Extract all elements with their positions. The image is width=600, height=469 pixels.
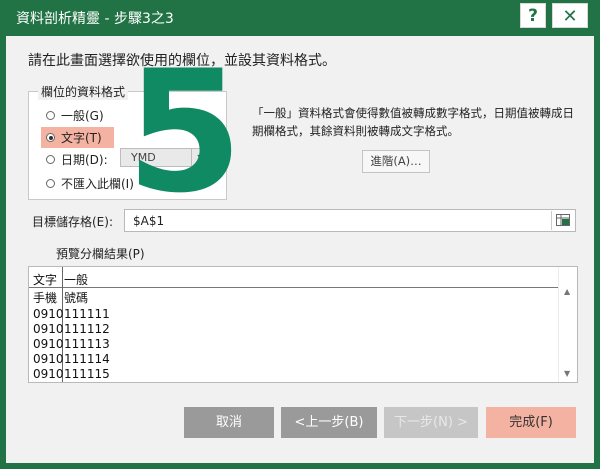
preview-header: 文字 一般 bbox=[29, 267, 559, 288]
preview-cell: 111112 bbox=[64, 322, 110, 336]
radio-general-button[interactable] bbox=[46, 110, 55, 120]
radio-date-label: 日期(D): bbox=[61, 152, 108, 167]
radio-general[interactable]: 一般(G) bbox=[46, 106, 104, 124]
help-button[interactable]: ? bbox=[520, 3, 546, 28]
preview-cell: 111113 bbox=[64, 337, 110, 351]
radio-text-label: 文字(T) bbox=[61, 131, 102, 145]
finish-button[interactable]: 完成(F) bbox=[486, 407, 576, 438]
destination-value: $A$1 bbox=[133, 214, 165, 228]
preview-label: 預覽分欄結果(P) bbox=[56, 247, 145, 261]
destination-input[interactable]: $A$1 bbox=[124, 209, 576, 232]
scroll-down-icon[interactable]: ▼ bbox=[564, 369, 570, 378]
preview-cell: 111111 bbox=[64, 307, 110, 321]
radio-date-button[interactable] bbox=[46, 154, 55, 164]
preview-cell: 111115 bbox=[64, 367, 110, 381]
back-button[interactable]: <上一步(B) bbox=[281, 407, 377, 438]
preview-cell: 0910 bbox=[33, 352, 64, 366]
radio-skip-button[interactable] bbox=[46, 178, 55, 188]
next-button[interactable]: 下一步(N) > bbox=[384, 407, 478, 438]
close-button[interactable]: ✕ bbox=[552, 3, 588, 28]
preview-cell: 0910 bbox=[33, 367, 64, 381]
radio-date[interactable]: 日期(D): bbox=[46, 150, 108, 168]
window-title: 資料剖析精靈 - 步驟3之3 bbox=[16, 11, 174, 27]
advanced-button[interactable]: 進階(A)… bbox=[362, 150, 430, 173]
radio-general-label: 一般(G) bbox=[61, 108, 104, 123]
format-description: 「一般」資料格式會使得數值被轉成數字格式，日期值被轉成日期欄格式，其餘資料則被轉… bbox=[252, 106, 574, 138]
preview-grid[interactable]: 文字 一般 手機 號碼 0910 111111 0910 111112 0910… bbox=[28, 266, 578, 383]
preview-cell: 0910 bbox=[33, 307, 64, 321]
preview-cell: 號碼 bbox=[64, 291, 89, 305]
preview-scrollbar[interactable]: ▲ ▼ bbox=[558, 267, 577, 382]
radio-text-button[interactable] bbox=[46, 133, 55, 142]
preview-cell: 0910 bbox=[33, 337, 64, 351]
scroll-up-icon[interactable]: ▲ bbox=[564, 287, 570, 296]
title-bar: 資料剖析精靈 - 步驟3之3 ? ✕ bbox=[0, 0, 600, 36]
preview-header-col1[interactable]: 文字 bbox=[33, 271, 57, 288]
column-format-legend: 欄位的資料格式 bbox=[38, 83, 129, 100]
preview-cell: 手機 bbox=[33, 291, 58, 305]
preview-cell: 0910 bbox=[33, 322, 64, 336]
step-number-overlay: 5 bbox=[126, 34, 243, 230]
destination-label: 目標儲存格(E): bbox=[32, 215, 113, 229]
cancel-button[interactable]: 取消 bbox=[184, 407, 274, 438]
range-select-icon[interactable] bbox=[551, 211, 573, 230]
preview-header-col2[interactable]: 一般 bbox=[64, 271, 88, 288]
radio-skip-label: 不匯入此欄(I) bbox=[61, 176, 134, 191]
preview-cell: 111114 bbox=[64, 352, 110, 366]
radio-text[interactable]: 文字(T) bbox=[41, 127, 114, 148]
radio-skip-column[interactable]: 不匯入此欄(I) bbox=[46, 174, 134, 192]
